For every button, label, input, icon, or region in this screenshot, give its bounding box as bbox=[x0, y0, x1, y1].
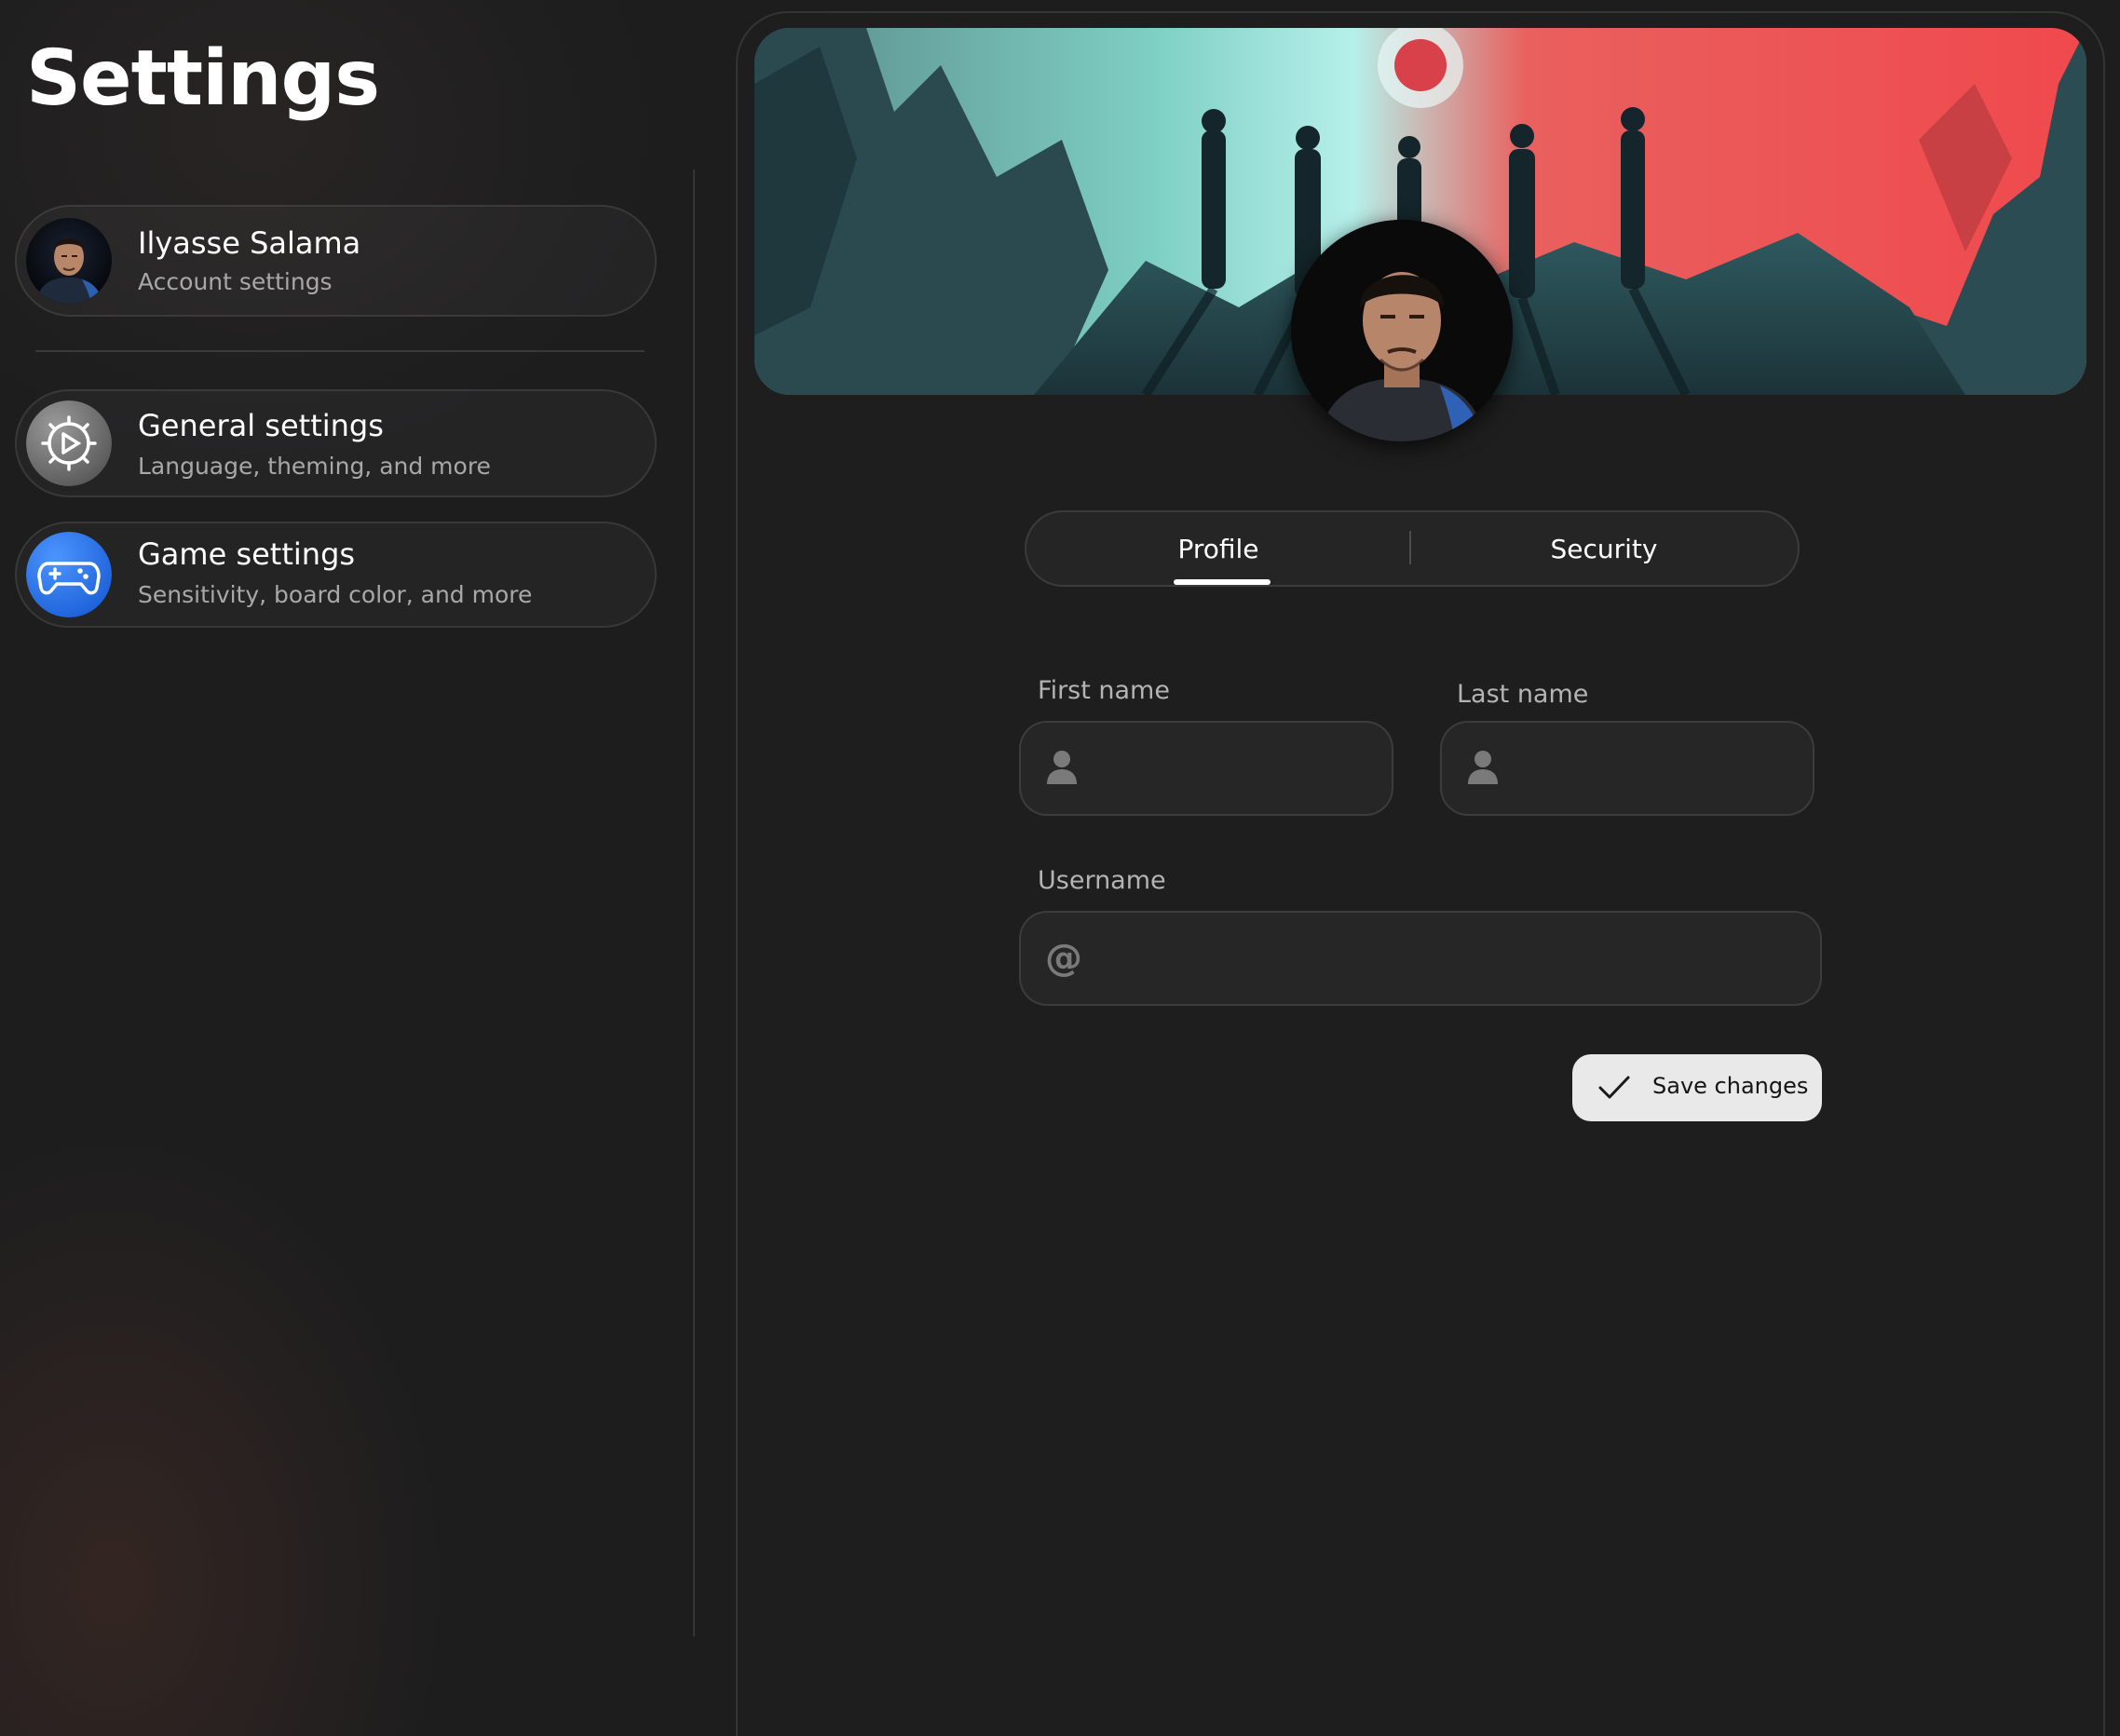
save-button[interactable]: Save changes bbox=[1572, 1054, 1822, 1121]
general-settings-label: General settings bbox=[138, 408, 384, 443]
username-field: @ bbox=[1019, 911, 1822, 1006]
game-settings-label: Game settings bbox=[138, 536, 356, 572]
settings-page: Settings Ilyasse Salama Account settings… bbox=[0, 0, 2120, 1736]
sidebar-item-general-settings[interactable]: General settings Language, theming, and … bbox=[15, 389, 657, 497]
person-icon bbox=[1466, 749, 1500, 788]
first-name-field bbox=[1019, 721, 1393, 816]
person-icon bbox=[1045, 749, 1079, 788]
sidebar-item-game-settings[interactable]: Game settings Sensitivity, board color, … bbox=[15, 522, 657, 628]
at-icon: @ bbox=[1045, 937, 1082, 980]
account-subtitle: Account settings bbox=[138, 268, 333, 295]
last-name-label: Last name bbox=[1457, 680, 1589, 709]
save-button-label: Save changes bbox=[1652, 1073, 1809, 1099]
sidebar-item-account[interactable]: Ilyasse Salama Account settings bbox=[15, 205, 657, 317]
last-name-input[interactable] bbox=[1516, 723, 1794, 814]
first-name-input[interactable] bbox=[1095, 723, 1373, 814]
general-settings-subtitle: Language, theming, and more bbox=[138, 453, 491, 480]
tab-security[interactable]: Security bbox=[1412, 512, 1796, 585]
page-title: Settings bbox=[26, 34, 380, 123]
active-tab-indicator bbox=[1174, 579, 1271, 585]
user-avatar bbox=[26, 218, 112, 304]
profile-avatar[interactable] bbox=[1291, 220, 1513, 441]
sidebar-divider bbox=[35, 350, 645, 352]
account-name: Ilyasse Salama bbox=[138, 225, 361, 261]
gamepad-icon bbox=[26, 532, 112, 617]
game-settings-subtitle: Sensitivity, board color, and more bbox=[138, 581, 533, 608]
username-input[interactable] bbox=[1095, 913, 1801, 1004]
profile-tabs: Profile Security bbox=[1025, 510, 1800, 587]
tab-separator bbox=[1409, 531, 1411, 564]
tab-profile[interactable]: Profile bbox=[1026, 512, 1410, 585]
vertical-divider bbox=[693, 170, 695, 1636]
username-label: Username bbox=[1038, 866, 1166, 895]
last-name-field bbox=[1440, 721, 1814, 816]
gear-icon bbox=[26, 400, 112, 486]
first-name-label: First name bbox=[1038, 676, 1170, 705]
checkmark-icon bbox=[1598, 1075, 1630, 1105]
